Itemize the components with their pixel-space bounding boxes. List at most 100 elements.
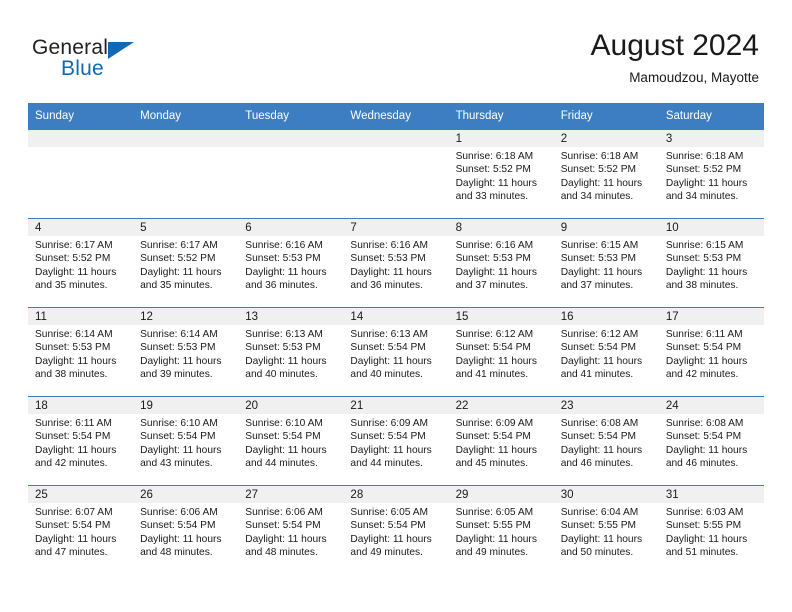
day-daylight-1-text: Daylight: 11 hours	[140, 266, 222, 278]
calendar-day-cell[interactable]: 18 Sunrise: 6:11 AM Sunset: 5:54 PM Dayligh…	[28, 396, 134, 486]
day-details: Sunrise: 6:13 AM Sunset: 5:54 PM Daylight:…	[343, 325, 448, 382]
day-details: Sunrise: 6:17 AM Sunset: 5:52 PM Daylight:…	[28, 236, 133, 293]
day-daylight-1-text: Daylight: 11 hours	[665, 266, 748, 278]
day-sunrise-text: Sunrise: 6:06 AM	[140, 507, 218, 518]
calendar-day-cell[interactable]: 2 Sunrise: 6:18 AM Sunset: 5:52 PM Daylight…	[553, 129, 659, 219]
day-details: Sunrise: 6:10 AM Sunset: 5:54 PM Daylight:…	[133, 414, 238, 471]
day-sunrise-text: Sunrise: 6:14 AM	[35, 329, 113, 340]
day-number: 18	[28, 397, 134, 414]
page-title: August 2024	[590, 29, 759, 62]
day-sunrise-text: Sunrise: 6:18 AM	[560, 151, 639, 162]
calendar-day-cell[interactable]: 8 Sunrise: 6:16 AM Sunset: 5:53 PM Daylight…	[448, 218, 554, 308]
day-sunset-text: Sunset: 5:53 PM	[35, 342, 111, 354]
day-number: 28	[343, 486, 449, 503]
day-daylight-2-text: and 42 minutes.	[665, 369, 739, 381]
day-daylight-1-text: Daylight: 11 hours	[245, 266, 327, 278]
calendar-day-cell[interactable]: 22 Sunrise: 6:09 AM Sunset: 5:54 PM Dayligh…	[448, 396, 554, 486]
day-daylight-1-text: Daylight: 11 hours	[665, 355, 748, 367]
calendar-day-cell[interactable]: 11 Sunrise: 6:14 AM Sunset: 5:53 PM Dayligh…	[28, 307, 134, 397]
day-sunrise-text: Sunrise: 6:11 AM	[665, 329, 743, 340]
day-daylight-2-text: and 41 minutes.	[560, 369, 634, 381]
day-number: 13	[238, 308, 344, 325]
calendar-day-cell[interactable]: 6 Sunrise: 6:16 AM Sunset: 5:53 PM Daylight…	[238, 218, 344, 308]
day-daylight-2-text: and 35 minutes.	[140, 280, 213, 292]
day-details: Sunrise: 6:05 AM Sunset: 5:54 PM Daylight:…	[343, 503, 448, 560]
calendar-week-row: 4 Sunrise: 6:17 AM Sunset: 5:52 PM Daylight…	[28, 218, 764, 308]
day-details: Sunrise: 6:10 AM Sunset: 5:54 PM Daylight:…	[238, 414, 343, 471]
calendar-day-cell[interactable]: 13 Sunrise: 6:13 AM Sunset: 5:53 PM Dayligh…	[238, 307, 344, 397]
calendar-day-cell[interactable]: 7 Sunrise: 6:16 AM Sunset: 5:53 PM Daylight…	[343, 218, 449, 308]
calendar-day-cell[interactable]: 3 Sunrise: 6:18 AM Sunset: 5:52 PM Daylight…	[658, 129, 764, 219]
day-sunset-text: Sunset: 5:54 PM	[35, 431, 111, 443]
day-daylight-1-text: Daylight: 11 hours	[245, 444, 327, 456]
calendar-day-cell[interactable]: 29 Sunrise: 6:05 AM Sunset: 5:55 PM Dayligh…	[448, 485, 554, 574]
day-sunset-text: Sunset: 5:53 PM	[350, 253, 426, 265]
calendar-day-cell[interactable]: 21 Sunrise: 6:09 AM Sunset: 5:54 PM Dayligh…	[343, 396, 449, 486]
day-details: Sunrise: 6:18 AM Sunset: 5:52 PM Daylight:…	[659, 147, 764, 204]
day-daylight-2-text: and 44 minutes.	[350, 458, 423, 470]
day-sunrise-text: Sunrise: 6:17 AM	[35, 240, 113, 251]
day-sunset-text: Sunset: 5:55 PM	[455, 520, 531, 532]
calendar-day-cell[interactable]: 27 Sunrise: 6:06 AM Sunset: 5:54 PM Dayligh…	[238, 485, 344, 574]
calendar-day-cell[interactable]: 19 Sunrise: 6:10 AM Sunset: 5:54 PM Dayligh…	[133, 396, 239, 486]
day-sunrise-text: Sunrise: 6:06 AM	[245, 507, 323, 518]
day-daylight-2-text: and 38 minutes.	[665, 280, 739, 292]
calendar-day-cell[interactable]: 16 Sunrise: 6:12 AM Sunset: 5:54 PM Dayligh…	[553, 307, 659, 397]
day-sunrise-text: Sunrise: 6:12 AM	[560, 329, 639, 340]
day-daylight-2-text: and 34 minutes.	[665, 191, 739, 203]
day-number: 3	[658, 130, 764, 147]
day-daylight-1-text: Daylight: 11 hours	[560, 266, 643, 278]
day-daylight-1-text: Daylight: 11 hours	[665, 444, 748, 456]
calendar-day-cell-empty	[238, 129, 344, 219]
calendar-day-cell[interactable]: 4 Sunrise: 6:17 AM Sunset: 5:52 PM Daylight…	[28, 218, 134, 308]
day-daylight-2-text: and 33 minutes.	[455, 191, 529, 203]
calendar-day-cell[interactable]: 31 Sunrise: 6:03 AM Sunset: 5:55 PM Dayligh…	[658, 485, 764, 574]
calendar-day-cell[interactable]: 26 Sunrise: 6:06 AM Sunset: 5:54 PM Dayligh…	[133, 485, 239, 574]
calendar-header-row: Sunday Monday Tuesday Wednesday Thursday Frid…	[28, 103, 764, 130]
day-sunrise-text: Sunrise: 6:18 AM	[665, 151, 744, 162]
day-details: Sunrise: 6:12 AM Sunset: 5:54 PM Daylight:…	[554, 325, 659, 382]
calendar-day-cell[interactable]: 1 Sunrise: 6:18 AM Sunset: 5:52 PM Daylight…	[448, 129, 554, 219]
calendar-day-cell[interactable]: 5 Sunrise: 6:17 AM Sunset: 5:52 PM Daylight…	[133, 218, 239, 308]
day-daylight-2-text: and 49 minutes.	[350, 547, 423, 559]
day-number: 26	[133, 486, 239, 503]
calendar-day-cell[interactable]: 17 Sunrise: 6:11 AM Sunset: 5:54 PM Dayligh…	[658, 307, 764, 397]
day-daylight-1-text: Daylight: 11 hours	[245, 355, 327, 367]
day-sunrise-text: Sunrise: 6:13 AM	[350, 329, 429, 340]
day-number	[28, 130, 134, 147]
day-sunrise-text: Sunrise: 6:14 AM	[140, 329, 218, 340]
calendar-day-cell[interactable]: 20 Sunrise: 6:10 AM Sunset: 5:54 PM Dayligh…	[238, 396, 344, 486]
day-sunrise-text: Sunrise: 6:16 AM	[455, 240, 534, 251]
calendar-day-cell-empty	[343, 129, 449, 219]
calendar-day-cell[interactable]: 28 Sunrise: 6:05 AM Sunset: 5:54 PM Dayligh…	[343, 485, 449, 574]
day-sunset-text: Sunset: 5:54 PM	[350, 520, 426, 532]
day-sunset-text: Sunset: 5:54 PM	[560, 431, 637, 443]
day-sunrise-text: Sunrise: 6:09 AM	[455, 418, 534, 429]
calendar-day-cell[interactable]: 25 Sunrise: 6:07 AM Sunset: 5:54 PM Dayligh…	[28, 485, 134, 574]
day-number: 2	[553, 130, 659, 147]
day-daylight-1-text: Daylight: 11 hours	[35, 355, 117, 367]
calendar-day-cell[interactable]: 10 Sunrise: 6:15 AM Sunset: 5:53 PM Dayligh…	[658, 218, 764, 308]
calendar-day-cell[interactable]: 14 Sunrise: 6:13 AM Sunset: 5:54 PM Dayligh…	[343, 307, 449, 397]
day-sunset-text: Sunset: 5:54 PM	[665, 431, 742, 443]
day-sunrise-text: Sunrise: 6:18 AM	[455, 151, 534, 162]
calendar-day-cell[interactable]: 24 Sunrise: 6:08 AM Sunset: 5:54 PM Dayligh…	[658, 396, 764, 486]
calendar-day-cell[interactable]: 9 Sunrise: 6:15 AM Sunset: 5:53 PM Daylight…	[553, 218, 659, 308]
day-number: 4	[28, 219, 134, 236]
general-blue-logo[interactable]: General Blue	[32, 36, 262, 88]
day-number: 8	[448, 219, 554, 236]
calendar-day-cell[interactable]: 23 Sunrise: 6:08 AM Sunset: 5:54 PM Dayligh…	[553, 396, 659, 486]
calendar-day-cell[interactable]: 30 Sunrise: 6:04 AM Sunset: 5:55 PM Dayligh…	[553, 485, 659, 574]
calendar-day-cell[interactable]: 12 Sunrise: 6:14 AM Sunset: 5:53 PM Dayligh…	[133, 307, 239, 397]
day-details: Sunrise: 6:11 AM Sunset: 5:54 PM Daylight:…	[28, 414, 133, 471]
day-sunrise-text: Sunrise: 6:04 AM	[560, 507, 639, 518]
day-details: Sunrise: 6:11 AM Sunset: 5:54 PM Daylight:…	[659, 325, 764, 382]
day-details: Sunrise: 6:18 AM Sunset: 5:52 PM Daylight:…	[554, 147, 659, 204]
day-sunset-text: Sunset: 5:54 PM	[245, 431, 321, 443]
day-sunset-text: Sunset: 5:52 PM	[455, 164, 531, 176]
day-daylight-1-text: Daylight: 11 hours	[35, 266, 117, 278]
day-sunset-text: Sunset: 5:54 PM	[140, 431, 216, 443]
day-daylight-1-text: Daylight: 11 hours	[665, 533, 748, 545]
calendar-day-cell[interactable]: 15 Sunrise: 6:12 AM Sunset: 5:54 PM Dayligh…	[448, 307, 554, 397]
calendar-week-row: 18 Sunrise: 6:11 AM Sunset: 5:54 PM Dayligh…	[28, 396, 764, 486]
